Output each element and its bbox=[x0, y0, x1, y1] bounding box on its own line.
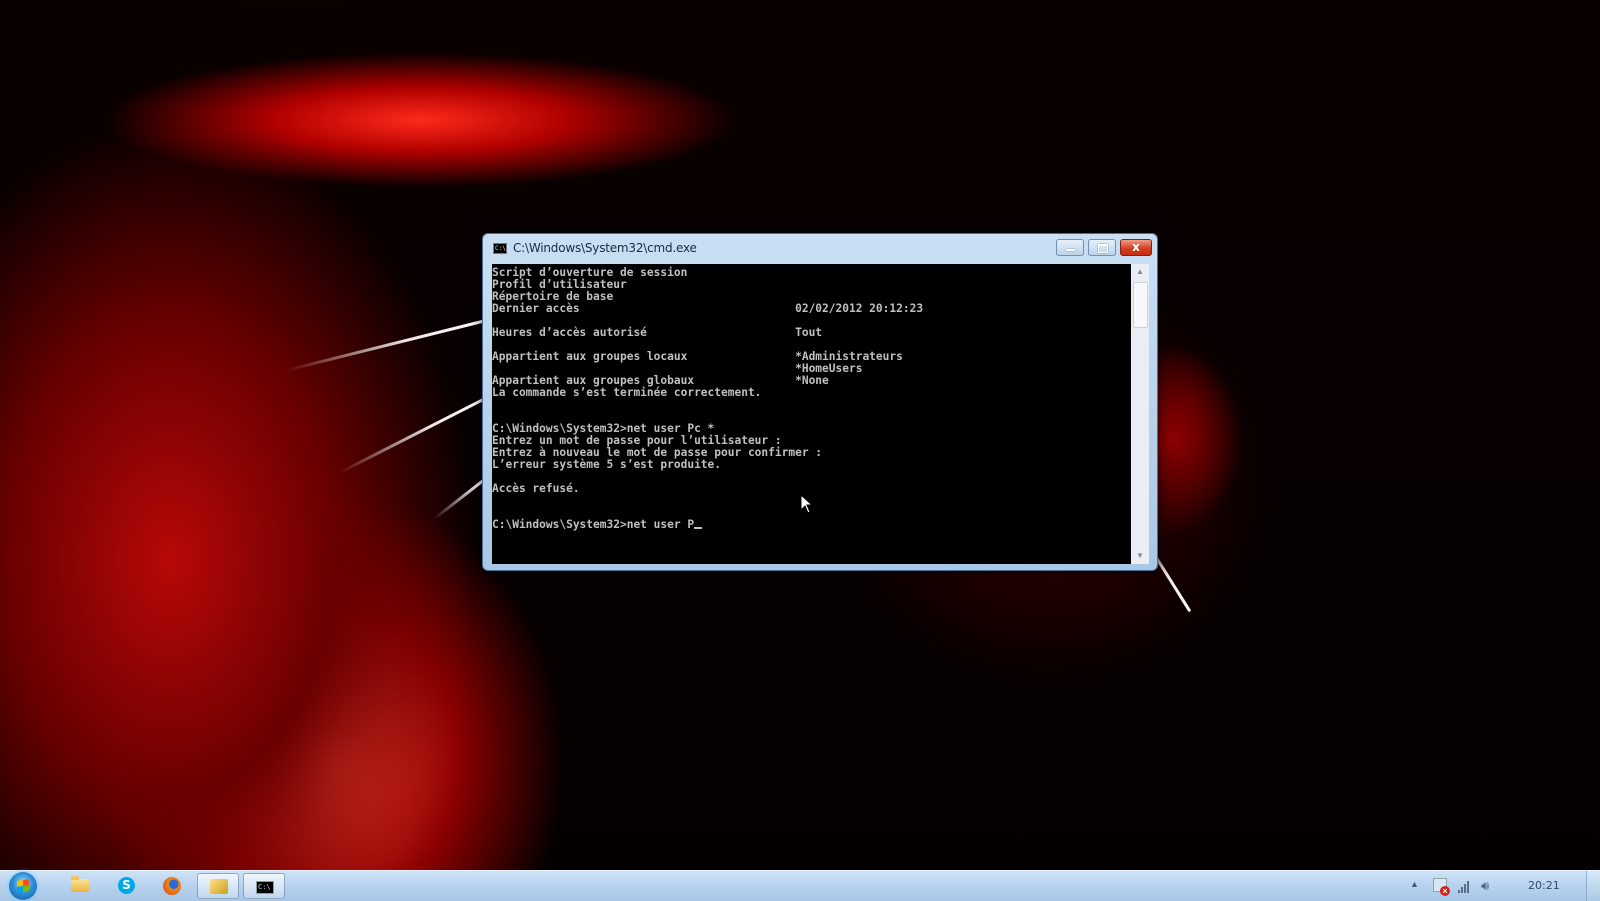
command-prompt[interactable]: C:\Windows\System32>net user P bbox=[492, 518, 694, 531]
windows-logo-icon bbox=[17, 879, 29, 893]
close-button[interactable]: x bbox=[1120, 239, 1152, 256]
vertical-scrollbar[interactable]: ▲ ▼ bbox=[1131, 264, 1149, 564]
start-button[interactable] bbox=[9, 872, 37, 900]
title-bar[interactable]: C:\ C:\Windows\System32\cmd.exe x bbox=[483, 234, 1157, 262]
wallpaper-streak bbox=[338, 392, 496, 475]
taskbar-item-skype[interactable]: S bbox=[105, 873, 147, 899]
taskbar-clock[interactable]: 20:21 bbox=[1528, 879, 1560, 892]
explorer-icon bbox=[210, 879, 228, 894]
folder-icon bbox=[71, 876, 89, 892]
window-title: C:\Windows\System32\cmd.exe bbox=[513, 241, 697, 255]
cmd-icon: C:\ bbox=[256, 881, 274, 894]
console-text: Script d’ouverture de session Profil d’u… bbox=[492, 266, 924, 531]
volume-icon[interactable]: 🔊︎ bbox=[1481, 879, 1489, 893]
taskbar-item-firefox[interactable] bbox=[151, 873, 193, 899]
show-hidden-icons-icon[interactable]: ▲ bbox=[1410, 879, 1419, 889]
minimize-button[interactable] bbox=[1056, 239, 1084, 256]
scroll-thumb[interactable] bbox=[1133, 282, 1148, 328]
scroll-up-arrow-icon[interactable]: ▲ bbox=[1131, 264, 1149, 280]
scroll-down-arrow-icon[interactable]: ▼ bbox=[1131, 548, 1149, 564]
maximize-button[interactable] bbox=[1088, 239, 1116, 256]
console-output[interactable]: Script d’ouverture de session Profil d’u… bbox=[492, 264, 1131, 564]
action-center-icon[interactable] bbox=[1433, 878, 1450, 896]
wallpaper-streak bbox=[285, 318, 491, 372]
network-icon[interactable] bbox=[1458, 879, 1472, 893]
taskbar-item-file-manager[interactable] bbox=[197, 873, 239, 899]
cmd-icon: C:\ bbox=[493, 243, 507, 254]
taskbar: S C:\ ▲ 🔊︎ 20:21 bbox=[0, 870, 1600, 901]
skype-icon: S bbox=[118, 877, 135, 894]
taskbar-item-windows-explorer[interactable] bbox=[59, 873, 101, 899]
firefox-icon bbox=[163, 877, 181, 895]
text-cursor bbox=[694, 527, 703, 529]
close-icon: x bbox=[1132, 240, 1140, 254]
show-desktop-button[interactable] bbox=[1586, 871, 1600, 901]
cmd-window[interactable]: C:\ C:\Windows\System32\cmd.exe x Script… bbox=[482, 233, 1158, 571]
taskbar-item-cmd[interactable]: C:\ bbox=[243, 873, 285, 899]
